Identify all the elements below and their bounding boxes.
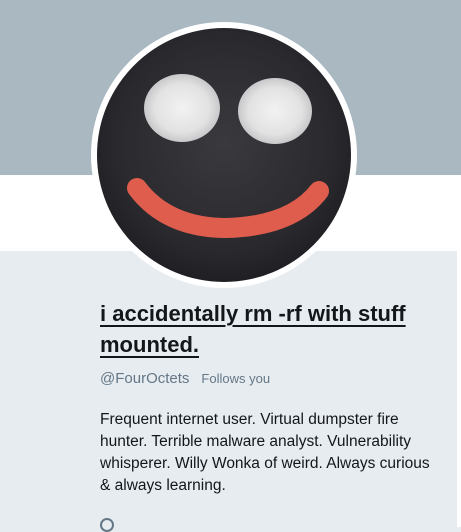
profile-bio: Frequent internet user. Virtual dumpster… [100, 411, 430, 494]
profile-display-name[interactable]: i accidentally rm -rf with stuff mounted… [100, 298, 440, 360]
smiley-face-avatar-icon [97, 28, 351, 282]
location-icon [100, 518, 114, 532]
profile-info: i accidentally rm -rf with stuff mounted… [100, 298, 440, 497]
follows-you-badge: Follows you [201, 371, 271, 386]
handle-row: @FourOctets Follows you [100, 370, 440, 387]
avatar[interactable] [97, 28, 351, 282]
profile-avatar-border [91, 22, 357, 288]
column-divider [457, 175, 461, 527]
profile-handle[interactable]: @FourOctets [100, 370, 189, 387]
